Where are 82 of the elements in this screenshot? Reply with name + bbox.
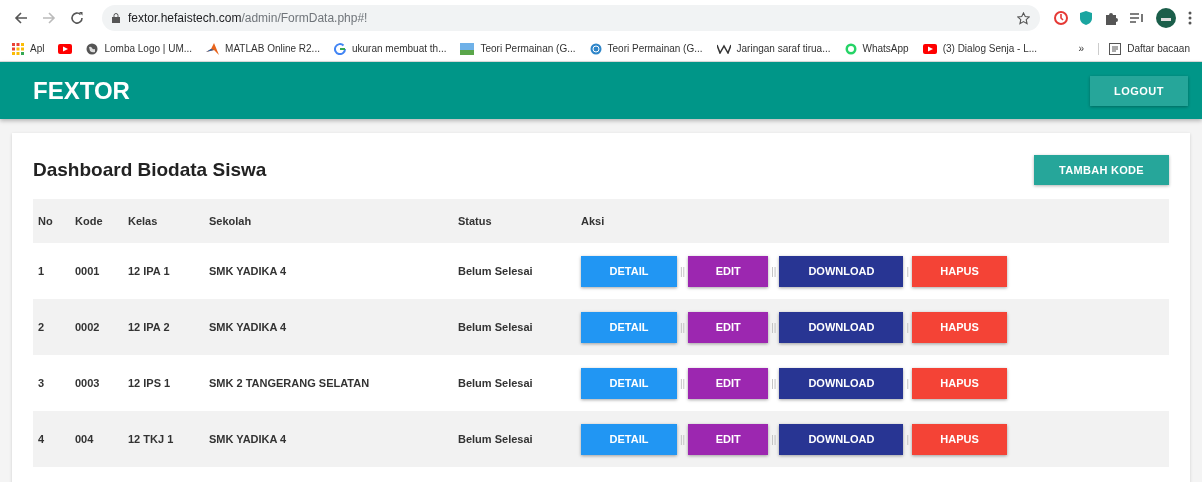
action-button[interactable]: DOWNLOAD bbox=[779, 367, 904, 399]
bookmark[interactable]: Teori Permainan (G... bbox=[460, 42, 576, 55]
separator-mark: || bbox=[771, 321, 777, 333]
separator-mark: | bbox=[906, 265, 909, 277]
table-cell-text: 0002 bbox=[75, 321, 101, 333]
bookmark[interactable]: MATLAB Online R2... bbox=[206, 42, 320, 55]
table-cell-text: Belum Selesai bbox=[458, 265, 534, 277]
table-cell-text: 2 bbox=[38, 321, 46, 333]
list-icon bbox=[1109, 42, 1122, 55]
bookmark[interactable]: Teori Permainan (G... bbox=[589, 42, 703, 55]
lock-icon bbox=[112, 13, 120, 23]
separator-mark: || bbox=[680, 321, 686, 333]
separator-mark: || bbox=[680, 265, 686, 277]
action-button[interactable]: EDIT bbox=[688, 311, 769, 343]
globe-icon bbox=[86, 42, 99, 55]
separator-mark: | bbox=[906, 321, 909, 333]
bookmark[interactable]: Jaringan saraf tirua... bbox=[716, 43, 831, 54]
separator-mark: | bbox=[906, 377, 909, 389]
table-cell-text: 1 bbox=[38, 265, 46, 277]
table-cell-text: SMK YADIKA 4 bbox=[209, 321, 288, 333]
table-cell-text: 4 bbox=[38, 433, 46, 445]
bookmark[interactable]: ukuran membuat th... bbox=[333, 42, 447, 55]
avatar-icon[interactable] bbox=[1156, 8, 1176, 28]
action-button[interactable]: EDIT bbox=[688, 255, 769, 287]
action-button[interactable]: HAPUS bbox=[912, 311, 1007, 343]
table-cell-text: Belum Selesai bbox=[458, 321, 534, 333]
whatsapp-icon bbox=[844, 42, 857, 55]
clock-icon[interactable] bbox=[1054, 11, 1068, 25]
google-icon bbox=[333, 42, 346, 55]
table-cell-text: SMK YADIKA 4 bbox=[209, 433, 288, 445]
bookmark[interactable]: Apl bbox=[12, 42, 45, 55]
peak-icon bbox=[206, 42, 220, 55]
separator-mark: || bbox=[680, 433, 686, 445]
action-button[interactable]: HAPUS bbox=[912, 423, 1007, 455]
wikipedia-icon bbox=[716, 43, 731, 54]
column-header: Status bbox=[458, 215, 493, 227]
column-header: Sekolah bbox=[209, 215, 253, 227]
column-header: Kode bbox=[75, 215, 104, 227]
table-cell-text: 12 IPA 2 bbox=[128, 321, 171, 333]
action-button[interactable]: HAPUS bbox=[912, 367, 1007, 399]
action-button[interactable]: DOWNLOAD bbox=[779, 311, 904, 343]
column-header: No bbox=[38, 215, 54, 227]
page-title: Dashboard Biodata Siswa bbox=[33, 159, 267, 181]
table-cell-text: 004 bbox=[75, 433, 95, 445]
bookmark[interactable]: WhatsApp bbox=[844, 42, 909, 55]
reading-list-button[interactable]: Daftar bacaan bbox=[1098, 42, 1190, 55]
separator-mark: || bbox=[771, 377, 777, 389]
playlist-icon[interactable] bbox=[1130, 12, 1144, 24]
apps-grid-icon bbox=[12, 42, 24, 55]
more-bookmarks-button[interactable]: » bbox=[1078, 43, 1085, 54]
table-cell-text: 12 IPS 1 bbox=[128, 377, 172, 389]
table-cell-text: 3 bbox=[38, 377, 46, 389]
play-icon bbox=[58, 43, 73, 54]
shield-icon[interactable] bbox=[1080, 11, 1092, 25]
action-button[interactable]: EDIT bbox=[688, 423, 769, 455]
puzzle-icon[interactable] bbox=[1104, 11, 1118, 25]
action-button[interactable]: HAPUS bbox=[912, 255, 1007, 287]
separator-mark: || bbox=[771, 265, 777, 277]
separator-mark: | bbox=[906, 433, 909, 445]
table-cell-text: 12 TKJ 1 bbox=[128, 433, 175, 445]
landscape-icon bbox=[460, 42, 475, 55]
column-header: Aksi bbox=[581, 215, 606, 227]
separator-mark: || bbox=[771, 433, 777, 445]
brand-title: FEXTOR bbox=[33, 76, 130, 105]
address-bar[interactable]: fextor.hefaistech.com/admin/FormData.php#! bbox=[102, 5, 1040, 31]
play-icon bbox=[922, 43, 937, 54]
table-cell-text: 0001 bbox=[75, 265, 101, 277]
table-cell-text: SMK 2 TANGERANG SELATAN bbox=[209, 377, 371, 389]
bookmark[interactable]: Lomba Logo | UM... bbox=[86, 42, 193, 55]
separator-mark: || bbox=[680, 377, 686, 389]
table-cell-text: SMK YADIKA 4 bbox=[209, 265, 288, 277]
table-cell-text: Belum Selesai bbox=[458, 433, 534, 445]
action-button[interactable]: DOWNLOAD bbox=[779, 423, 904, 455]
action-button[interactable]: DOWNLOAD bbox=[779, 255, 904, 287]
table-cell-text: Belum Selesai bbox=[458, 377, 534, 389]
column-header: Kelas bbox=[128, 215, 159, 227]
table-cell-text: 0003 bbox=[75, 377, 101, 389]
menu-icon[interactable] bbox=[1188, 11, 1192, 25]
table-cell-text: 12 IPA 1 bbox=[128, 265, 171, 277]
bookmark[interactable]: (3) Dialog Senja - L... bbox=[922, 43, 1038, 54]
star-icon[interactable] bbox=[1017, 11, 1030, 25]
action-button[interactable]: EDIT bbox=[688, 367, 769, 399]
